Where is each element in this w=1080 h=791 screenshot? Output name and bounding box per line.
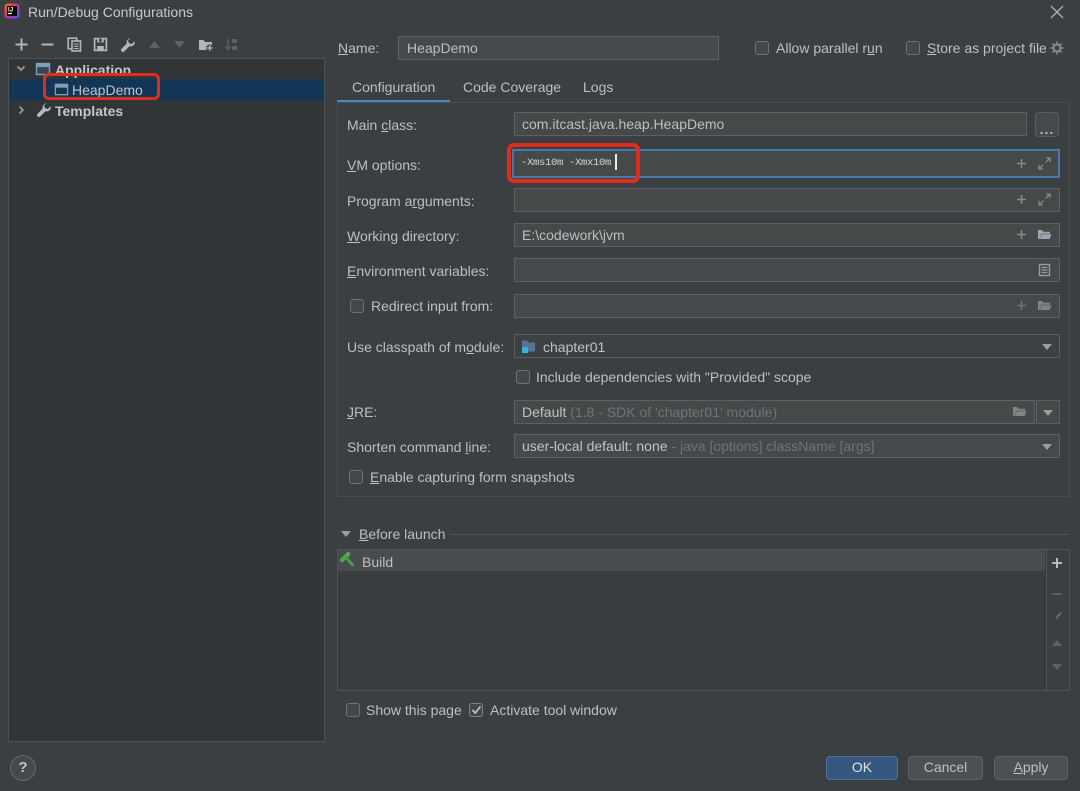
svg-text:IJ: IJ: [8, 7, 14, 14]
